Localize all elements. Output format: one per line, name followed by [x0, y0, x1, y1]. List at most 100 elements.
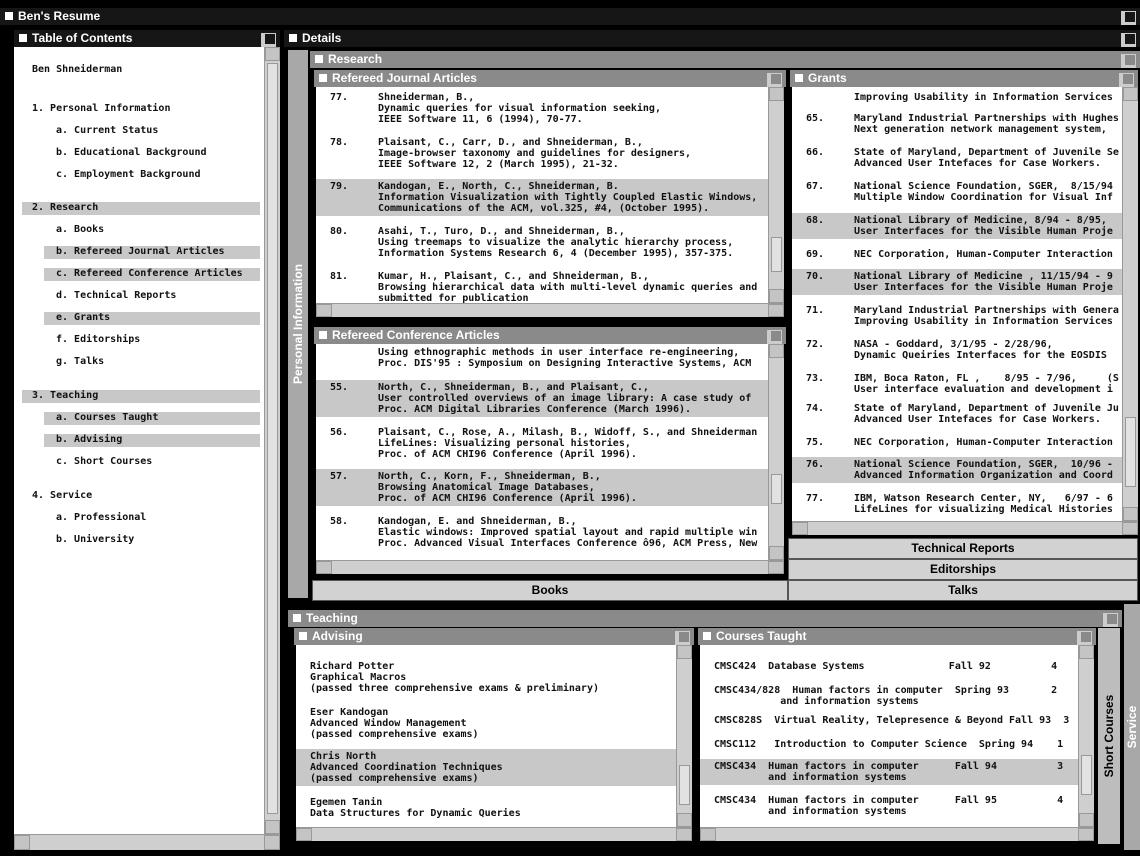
- advising-title-bar[interactable]: Advising: [294, 628, 694, 645]
- grants-title-bar[interactable]: Grants: [790, 70, 1138, 87]
- scroll-left-arrow-icon[interactable]: [296, 828, 312, 841]
- list-item[interactable]: 74. State of Maryland, Department of Juve…: [792, 401, 1122, 427]
- personal-information-tab[interactable]: Personal Information: [288, 50, 308, 598]
- toc-item[interactable]: 3. Teaching: [22, 390, 260, 403]
- courses-vertical-scrollbar[interactable]: [1078, 645, 1094, 827]
- list-item[interactable]: 66. State of Maryland, Department of Juve…: [792, 145, 1122, 171]
- scroll-thumb[interactable]: [1125, 417, 1136, 487]
- toc-item[interactable]: 1. Personal Information: [14, 103, 264, 116]
- list-item[interactable]: 67. National Science Foundation, SGER, 8/…: [792, 179, 1122, 205]
- journal-articles-title-bar[interactable]: Refereed Journal Articles: [314, 70, 786, 87]
- list-item[interactable]: CMSC434 Human factors in computer Fall 9…: [700, 793, 1078, 819]
- scroll-thumb[interactable]: [679, 765, 690, 805]
- list-item[interactable]: CMSC424 Database Systems Fall 92 4: [700, 659, 1078, 674]
- list-item[interactable]: CMSC434 Human factors in computer Fall 9…: [700, 759, 1078, 785]
- details-title-bar[interactable]: Details: [284, 30, 1140, 47]
- list-item[interactable]: 79. Kandogan, E., North, C., Shneiderman,…: [316, 179, 768, 216]
- conference-horizontal-scrollbar[interactable]: [316, 560, 784, 574]
- toc-item[interactable]: b. Educational Background: [14, 147, 264, 160]
- grants-vertical-scrollbar[interactable]: [1122, 87, 1138, 521]
- list-item[interactable]: CMSC828S Virtual Reality, Telepresence &…: [700, 713, 1078, 728]
- toc-item[interactable]: f. Editorships: [14, 334, 264, 347]
- toc-item[interactable]: b. University: [14, 534, 264, 547]
- toc-item[interactable]: b. Refereed Journal Articles: [44, 246, 260, 259]
- scroll-up-arrow-icon[interactable]: [769, 344, 784, 358]
- toc-item[interactable]: c. Refereed Conference Articles: [44, 268, 260, 281]
- toc-item[interactable]: 2. Research: [22, 202, 260, 215]
- list-item[interactable]: 57. North, C., Korn, F., Shneiderman, B.,…: [316, 469, 768, 506]
- toc-item[interactable]: a. Books: [14, 224, 264, 237]
- scroll-right-arrow-icon[interactable]: [676, 828, 692, 841]
- scroll-down-arrow-icon[interactable]: [769, 546, 784, 560]
- short-courses-tab[interactable]: Short Courses: [1098, 628, 1120, 844]
- toc-item[interactable]: c. Employment Background: [14, 169, 264, 182]
- courses-horizontal-scrollbar[interactable]: [700, 827, 1094, 841]
- technical-reports-tab[interactable]: Technical Reports: [788, 538, 1138, 559]
- toc-horizontal-scrollbar[interactable]: [14, 834, 280, 850]
- scroll-thumb[interactable]: [1081, 755, 1092, 795]
- list-item[interactable]: Egemen Tanin Data Structures for Dynamic …: [296, 795, 676, 821]
- advising-vertical-scrollbar[interactable]: [676, 645, 692, 827]
- scroll-left-arrow-icon[interactable]: [792, 522, 808, 535]
- list-item[interactable]: 65. Maryland Industrial Partnerships with…: [792, 111, 1122, 137]
- list-item[interactable]: 73. IBM, Boca Raton, FL , 8/95 - 7/96, (S…: [792, 371, 1122, 397]
- books-tab[interactable]: Books: [312, 580, 788, 601]
- list-item[interactable]: Using ethnographic methods in user inter…: [316, 345, 768, 371]
- list-item[interactable]: 81. Kumar, H., Plaisant, C., and Shneider…: [316, 269, 768, 306]
- list-item[interactable]: 56. Plaisant, C., Rose, A., Milash, B., W…: [316, 425, 768, 462]
- scroll-left-arrow-icon[interactable]: [700, 828, 716, 841]
- list-item[interactable]: 55. North, C., Shneiderman, B., and Plais…: [316, 380, 768, 417]
- list-item[interactable]: 78. Plaisant, C., Carr, D., and Shneiderm…: [316, 135, 768, 172]
- scroll-right-arrow-icon[interactable]: [1078, 828, 1094, 841]
- scroll-down-arrow-icon[interactable]: [769, 289, 784, 303]
- list-item[interactable]: CMSC434/828 Human factors in computer Sp…: [700, 683, 1078, 709]
- list-item[interactable]: Chris North Advanced Coordination Techniq…: [296, 749, 676, 786]
- scroll-left-arrow-icon[interactable]: [316, 561, 332, 574]
- toc-item[interactable]: b. Advising: [44, 434, 260, 447]
- scroll-thumb[interactable]: [267, 63, 278, 814]
- list-item[interactable]: 58. Kandogan, E. and Shneiderman, B., Elas…: [316, 514, 768, 551]
- toc-item[interactable]: e. Grants: [44, 312, 260, 325]
- journal-horizontal-scrollbar[interactable]: [316, 303, 784, 317]
- list-item[interactable]: Richard Potter Graphical Macros (passed th…: [296, 659, 676, 696]
- list-item[interactable]: 77. IBM, Watson Research Center, NY, 6/97…: [792, 491, 1122, 517]
- scroll-thumb[interactable]: [771, 474, 782, 504]
- advising-horizontal-scrollbar[interactable]: [296, 827, 692, 841]
- list-item[interactable]: 68. National Library of Medicine, 8/94 - …: [792, 213, 1122, 239]
- scroll-right-arrow-icon[interactable]: [264, 835, 280, 850]
- grants-horizontal-scrollbar[interactable]: [792, 521, 1138, 535]
- journal-vertical-scrollbar[interactable]: [768, 87, 784, 303]
- editorships-tab[interactable]: Editorships: [788, 559, 1138, 580]
- scroll-up-arrow-icon[interactable]: [769, 87, 784, 101]
- toc-item[interactable]: 4. Service: [14, 490, 264, 503]
- scroll-right-arrow-icon[interactable]: [768, 561, 784, 574]
- list-item[interactable]: 69. NEC Corporation, Human-Computer Inter…: [792, 247, 1122, 262]
- scroll-right-arrow-icon[interactable]: [1122, 522, 1138, 535]
- list-item[interactable]: Eser Kandogan Advanced Window Management(…: [296, 705, 676, 742]
- toc-item[interactable]: a. Current Status: [14, 125, 264, 138]
- teaching-title-bar[interactable]: Teaching: [288, 610, 1122, 627]
- scroll-down-arrow-icon[interactable]: [1123, 507, 1138, 521]
- list-item[interactable]: 71. Maryland Industrial Partnerships with…: [792, 303, 1122, 329]
- list-item[interactable]: CMSC112 Introduction to Computer Science…: [700, 737, 1078, 752]
- conference-articles-title-bar[interactable]: Refereed Conference Articles: [314, 327, 786, 344]
- scroll-up-arrow-icon[interactable]: [265, 47, 280, 61]
- scroll-thumb[interactable]: [771, 237, 782, 272]
- toc-item[interactable]: c. Short Courses: [14, 456, 264, 469]
- courses-taught-title-bar[interactable]: Courses Taught: [698, 628, 1096, 645]
- scroll-left-arrow-icon[interactable]: [316, 304, 332, 317]
- scroll-left-arrow-icon[interactable]: [14, 835, 30, 850]
- service-tab[interactable]: Service: [1124, 604, 1140, 850]
- scroll-right-arrow-icon[interactable]: [768, 304, 784, 317]
- scroll-down-arrow-icon[interactable]: [265, 820, 280, 834]
- toc-vertical-scrollbar[interactable]: [264, 47, 280, 834]
- scroll-up-arrow-icon[interactable]: [1123, 87, 1138, 101]
- scroll-up-arrow-icon[interactable]: [1079, 645, 1094, 659]
- conference-vertical-scrollbar[interactable]: [768, 344, 784, 560]
- toc-item[interactable]: d. Technical Reports: [14, 290, 264, 303]
- list-item[interactable]: 76. National Science Foundation, SGER, 10…: [792, 457, 1122, 483]
- toc-item[interactable]: g. Talks: [14, 356, 264, 369]
- scroll-down-arrow-icon[interactable]: [1079, 813, 1094, 827]
- scroll-up-arrow-icon[interactable]: [677, 645, 692, 659]
- list-item[interactable]: 75. NEC Corporation, Human-Computer Inter…: [792, 435, 1122, 450]
